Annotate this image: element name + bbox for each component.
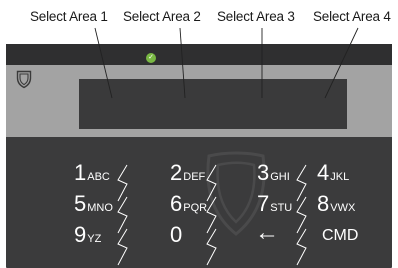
device-top-band <box>6 44 392 65</box>
select-area-3[interactable] <box>213 79 280 129</box>
check-circle-icon: ✓ <box>146 53 156 63</box>
key-1[interactable]: 1 ABC <box>74 161 110 185</box>
display-screen <box>79 79 347 129</box>
shield-icon <box>16 70 32 89</box>
screen-frame <box>6 65 392 137</box>
backspace-key[interactable]: ← <box>255 221 279 245</box>
key-0[interactable]: 0 <box>170 223 182 247</box>
callout-select-area-2: Select Area 2 <box>123 9 201 24</box>
callout-select-area-1: Select Area 1 <box>30 9 108 24</box>
callout-select-area-4: Select Area 4 <box>313 9 391 24</box>
key-3[interactable]: 3 GHI <box>257 161 290 185</box>
left-arrow-icon: ← <box>255 219 279 246</box>
cmd-key[interactable]: CMD <box>322 224 358 248</box>
select-area-2[interactable] <box>146 79 213 129</box>
callout-select-area-3: Select Area 3 <box>217 9 295 24</box>
key-5[interactable]: 5 MNO <box>74 192 113 216</box>
key-8[interactable]: 8 VWX <box>317 192 355 216</box>
key-9[interactable]: 9 YZ <box>74 223 101 247</box>
key-4[interactable]: 4 JKL <box>317 161 349 185</box>
keypad: 1 ABC 2 DEF 3 GHI 4 JKL 5 MNO 6 PQR 7 STU 8 VWX … <box>6 137 392 268</box>
key-2[interactable]: 2 DEF <box>170 161 205 185</box>
select-area-4[interactable] <box>280 79 347 129</box>
key-7[interactable]: 7 STU <box>257 192 292 216</box>
select-area-1[interactable] <box>79 79 146 129</box>
key-6[interactable]: 6 PQR <box>170 192 207 216</box>
keypad-device: ✓ 1 ABC 2 DEF 3 GHI 4 JKL 5 MNO 6 PQR 7 … <box>6 44 392 268</box>
